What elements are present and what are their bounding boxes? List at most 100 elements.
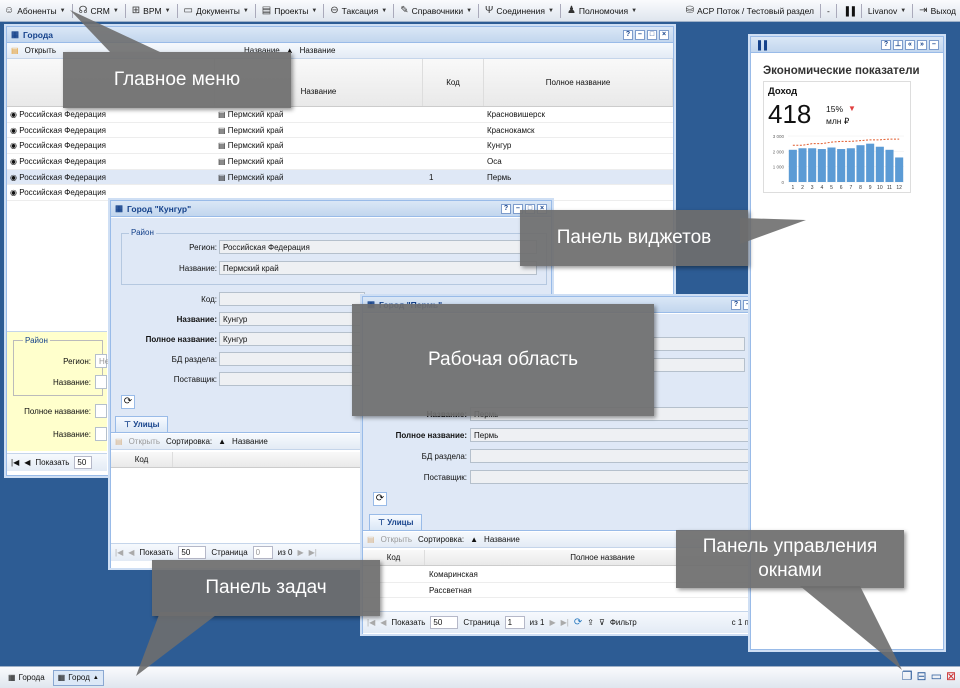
section-selector[interactable]: ⛁ АСР Поток / Тестовый раздел bbox=[682, 0, 818, 22]
table-row[interactable]: ◉ Российская Федерация ▤ Пермский край Кра… bbox=[7, 107, 673, 123]
last-page-icon[interactable]: ▶| bbox=[561, 618, 569, 627]
bar[interactable] bbox=[798, 148, 807, 182]
close-all-icon[interactable]: ⊠ bbox=[946, 669, 956, 683]
bar[interactable] bbox=[866, 143, 875, 182]
pin-button[interactable]: ⊥ bbox=[893, 39, 903, 50]
kungur-window-title-bar[interactable]: ▦ Город "Кунгур" ? – □ × bbox=[111, 201, 551, 217]
table-row[interactable]: ◉ Российская Федерация ▤ Пермский край Кра… bbox=[7, 123, 673, 139]
region-field[interactable]: Не bbox=[95, 354, 109, 368]
table-row[interactable]: ◉ Российская Федерация ▤ Пермский край Оса bbox=[7, 154, 673, 170]
next-page-icon[interactable]: ▶ bbox=[549, 618, 555, 627]
widgets-toggle-icon[interactable]: ▐▐ bbox=[839, 0, 859, 22]
next-page-icon[interactable]: ▶ bbox=[297, 548, 303, 557]
page-size-input[interactable]: 50 bbox=[178, 546, 207, 559]
column-code[interactable]: Код bbox=[111, 452, 173, 467]
taskbar-item[interactable]: ▦ Город ▲ bbox=[52, 669, 104, 686]
help-button[interactable]: ? bbox=[881, 39, 891, 50]
bar[interactable] bbox=[808, 148, 817, 182]
page-input[interactable]: 0 bbox=[252, 546, 273, 559]
menu-rate[interactable]: ⊖ Таксация ▼ bbox=[326, 0, 391, 22]
page-input[interactable]: 1 bbox=[504, 616, 525, 629]
menu-book[interactable]: ✎ Справочники ▼ bbox=[396, 0, 476, 22]
help-button[interactable]: ? bbox=[731, 299, 741, 310]
region-field[interactable]: Российская Федерация bbox=[219, 240, 537, 254]
bar[interactable] bbox=[827, 147, 836, 183]
code-field[interactable] bbox=[219, 292, 365, 306]
bar[interactable] bbox=[875, 146, 884, 182]
collapse-left-button[interactable]: « bbox=[905, 39, 915, 50]
bar[interactable] bbox=[788, 149, 797, 182]
maximize-button[interactable]: □ bbox=[647, 29, 657, 40]
db-field[interactable] bbox=[470, 449, 772, 463]
supplier-field[interactable] bbox=[470, 470, 752, 484]
tab-streets[interactable]: ⊤ Улицы bbox=[115, 416, 169, 432]
name2-field[interactable] bbox=[95, 427, 107, 441]
bar[interactable] bbox=[817, 149, 826, 182]
table-row[interactable]: ◉ Российская Федерация ▤ Пермский край Кун… bbox=[7, 138, 673, 155]
open-button[interactable]: Открыть bbox=[25, 46, 56, 55]
prev-page-icon[interactable]: ◀ bbox=[380, 618, 386, 627]
first-page-icon[interactable]: |◀ bbox=[367, 618, 375, 627]
column-full-name[interactable]: Полное название bbox=[484, 59, 673, 106]
minimize-all-icon[interactable]: ▭ bbox=[931, 669, 942, 683]
menu-user[interactable]: ♟ Полномочия ▼ bbox=[563, 0, 641, 22]
name-field[interactable] bbox=[95, 375, 107, 389]
refresh-icon[interactable]: ⟳ bbox=[373, 492, 387, 506]
bar[interactable] bbox=[856, 145, 865, 182]
sort-field[interactable]: Название bbox=[232, 437, 268, 446]
first-page-icon[interactable]: |◀ bbox=[11, 458, 19, 467]
help-button[interactable]: ? bbox=[623, 29, 633, 40]
city-name-field[interactable]: Кунгур bbox=[219, 312, 365, 326]
column-code[interactable]: Код bbox=[423, 59, 484, 106]
name-field[interactable]: Пермский край bbox=[219, 261, 537, 275]
prev-page-icon[interactable]: ◀ bbox=[128, 548, 134, 557]
filter-button[interactable]: Фильтр bbox=[610, 618, 637, 627]
taskbar-label: Города bbox=[18, 673, 45, 682]
refresh-icon[interactable]: ⟳ bbox=[121, 395, 135, 409]
region-field[interactable] bbox=[653, 337, 745, 351]
minimize-button[interactable]: – bbox=[635, 29, 645, 40]
menu-projects[interactable]: ▤ Проекты ▼ bbox=[258, 0, 322, 22]
bar[interactable] bbox=[885, 149, 894, 182]
db-field[interactable] bbox=[219, 352, 365, 366]
callout-widgets: Панель виджетов bbox=[520, 210, 748, 266]
table-row[interactable]: ◉ Российская Федерация ▤ Пермский край 1 Пе… bbox=[7, 169, 673, 186]
sort-field[interactable]: Название bbox=[484, 535, 520, 544]
dash-item[interactable]: - bbox=[823, 0, 834, 22]
open-button[interactable]: Открыть bbox=[129, 437, 160, 446]
menu-separator bbox=[393, 3, 395, 18]
refresh-icon[interactable]: ⟳ bbox=[574, 617, 582, 628]
expand-right-button[interactable]: » bbox=[917, 39, 927, 50]
last-page-icon[interactable]: ▶| bbox=[309, 548, 317, 557]
close-button[interactable]: × bbox=[659, 29, 669, 40]
district-field[interactable] bbox=[653, 358, 745, 372]
bar[interactable] bbox=[895, 157, 904, 182]
table-row[interactable]: ◉ Российская Федерация bbox=[7, 185, 673, 202]
prev-page-icon[interactable]: ◀ bbox=[24, 458, 30, 467]
user-menu[interactable]: Livanov ▼ bbox=[864, 0, 910, 22]
menu-label: Абоненты bbox=[17, 5, 57, 16]
menu-plug[interactable]: Ψ Соединения ▼ bbox=[481, 0, 558, 22]
minimize-button[interactable]: – bbox=[929, 39, 939, 50]
export-icon[interactable]: ⇪ bbox=[587, 618, 594, 627]
page-size-input[interactable]: 50 bbox=[74, 456, 93, 469]
menu-folder[interactable]: ▭ Документы ▼ bbox=[180, 0, 253, 22]
sort-asc-icon: ▲ bbox=[218, 437, 227, 446]
income-widget-card[interactable]: Доход 418 15% ▼ млн ₽ 3 000 2 000 1 000 0 1 2… bbox=[763, 81, 911, 193]
tab-streets[interactable]: ⊤ Улицы bbox=[369, 514, 423, 530]
bar[interactable] bbox=[846, 148, 855, 182]
open-button[interactable]: Открыть bbox=[381, 535, 412, 544]
page-size-input[interactable]: 50 bbox=[430, 616, 459, 629]
sort-field-name-2[interactable]: Название bbox=[300, 46, 336, 55]
filter-icon[interactable]: ⊽ bbox=[599, 618, 605, 627]
full-name-field[interactable]: Кунгур bbox=[219, 332, 365, 346]
full-name-field[interactable]: Пермь bbox=[470, 428, 772, 442]
taskbar-item[interactable]: ▦ Города bbox=[4, 670, 49, 686]
tile-windows-icon[interactable]: ⊟ bbox=[917, 669, 927, 683]
bar[interactable] bbox=[837, 149, 846, 182]
help-button[interactable]: ? bbox=[501, 203, 511, 214]
full-name-field[interactable] bbox=[95, 404, 107, 418]
first-page-icon[interactable]: |◀ bbox=[115, 548, 123, 557]
exit-button[interactable]: ⇥ Выход bbox=[915, 0, 960, 22]
supplier-field[interactable] bbox=[219, 372, 365, 386]
